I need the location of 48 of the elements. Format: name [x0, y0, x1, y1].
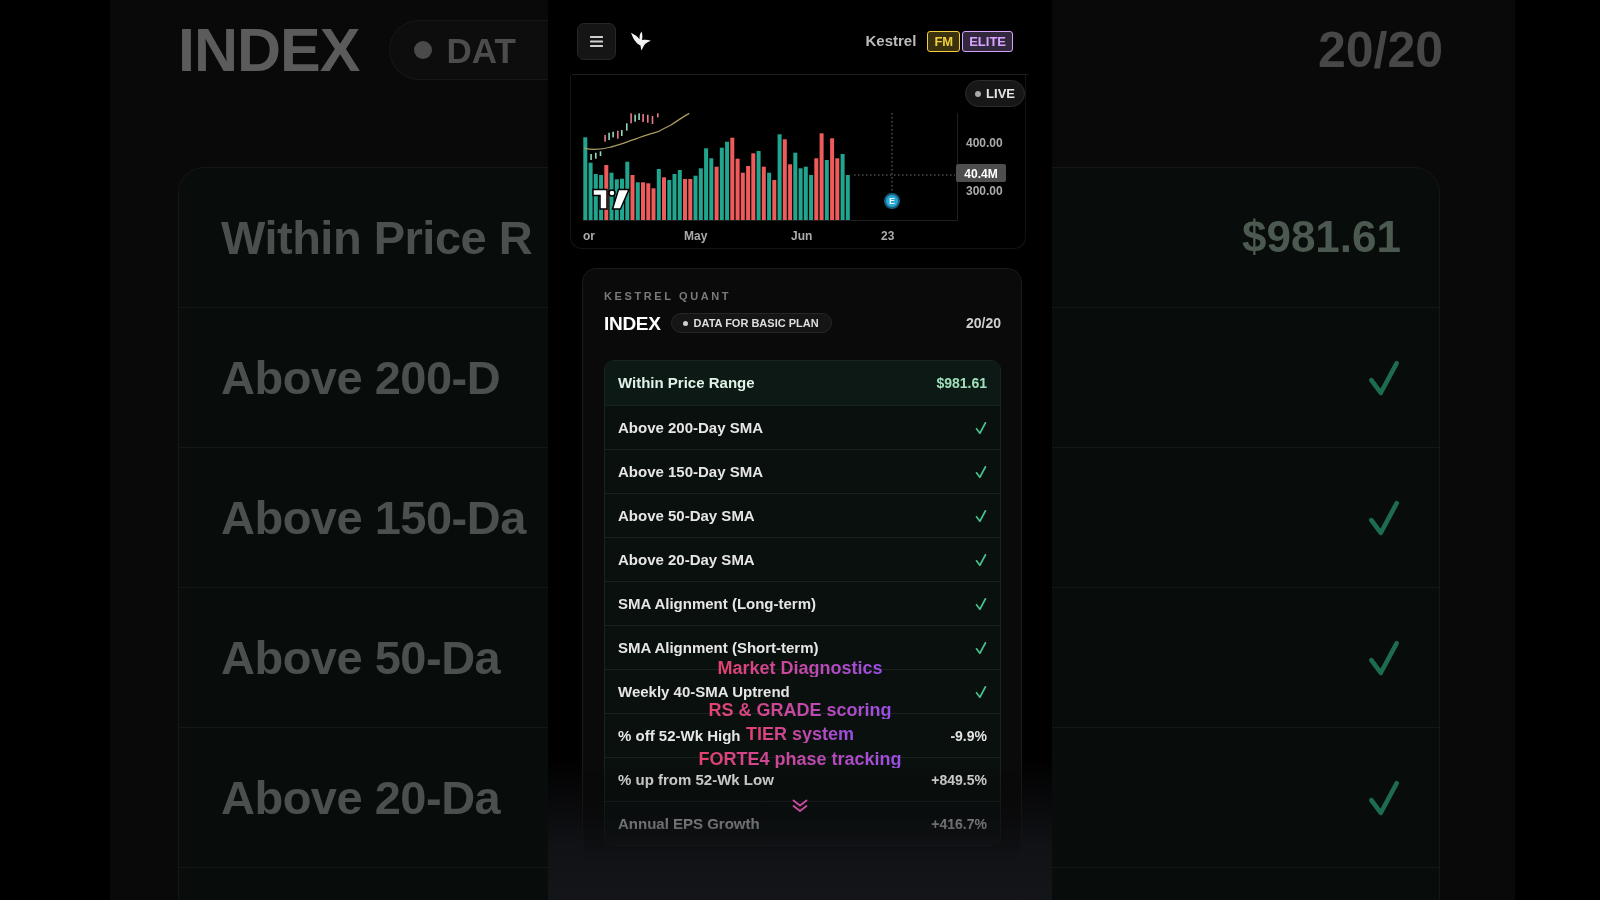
- criteria-label: Within Price Range: [618, 374, 755, 392]
- plan-chip-label: DATA FOR BASIC PLAN: [693, 317, 819, 329]
- menu-button[interactable]: [577, 22, 616, 60]
- criteria-label: Within Price R: [221, 211, 533, 264]
- live-dot-icon: [975, 90, 982, 97]
- index-title: INDEX: [604, 313, 661, 333]
- criteria-label: Weekly 40-SMA Uptrend: [618, 682, 790, 701]
- criteria-label: Above 20-Day SMA: [618, 550, 755, 569]
- live-label: LIVE: [986, 87, 1015, 100]
- score-text: 20/20: [1317, 25, 1443, 75]
- double-chevron-down-icon: [792, 799, 808, 813]
- date-axis-label: 23: [881, 229, 895, 243]
- brand-name: Kestrel: [865, 30, 917, 51]
- criteria-label: % off 52-Wk High: [618, 726, 741, 745]
- criteria-label: Above 150-Day SMA: [618, 462, 764, 481]
- criteria-value: +416.7%: [931, 814, 987, 833]
- criteria-label: SMA Alignment (Long-term): [618, 594, 817, 613]
- criteria-label: Above 20-Da: [221, 771, 501, 824]
- crosshair-value-label: 40.4M: [956, 164, 1006, 182]
- score-text: 20/20: [965, 313, 1001, 333]
- event-marker: E: [884, 193, 900, 209]
- criteria-label: Above 50-Day SMA: [618, 506, 755, 525]
- date-axis-label: or: [583, 229, 595, 243]
- bird-icon: [630, 31, 652, 51]
- criteria-label: % up from 52-Wk Low: [618, 770, 774, 789]
- section-eyebrow: KESTREL QUANT: [604, 289, 733, 303]
- price-axis-label: 400.00: [966, 136, 1003, 150]
- criteria-label: SMA Alignment (Short-term): [618, 638, 819, 657]
- dot-icon: [682, 320, 688, 326]
- menu-icon: [590, 35, 603, 47]
- date-axis-label: Jun: [791, 229, 813, 243]
- criteria-value: $981.61: [1241, 213, 1401, 262]
- criteria-label: Above 150-Da: [221, 491, 526, 544]
- price-axis-label: 300.00: [966, 184, 1003, 198]
- index-heading: INDEX: [178, 19, 360, 81]
- tier-badge: ELITE: [962, 30, 1013, 52]
- plan-chip-label: DAT: [446, 32, 516, 68]
- criteria-label: Above 200-Day SMA: [618, 418, 764, 437]
- dot-icon: [414, 41, 433, 59]
- tier-badge: FM: [927, 30, 961, 52]
- criteria-label: Annual EPS Growth: [618, 814, 760, 833]
- criteria-value: +849.5%: [931, 770, 987, 789]
- chart-logo-icon: [592, 188, 631, 210]
- criteria-label: Above 200-D: [221, 351, 501, 404]
- date-axis-label: May: [684, 229, 708, 243]
- criteria-value: $981.61: [936, 374, 987, 392]
- criteria-label: Above 50-Da: [221, 631, 501, 684]
- criteria-value: -9.9%: [950, 726, 987, 745]
